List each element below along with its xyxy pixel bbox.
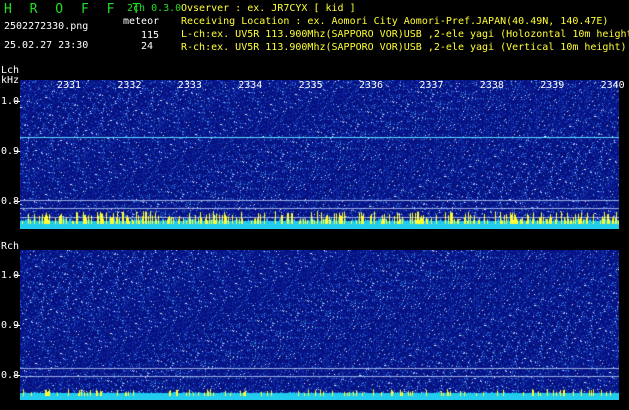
rch-spectrogram — [20, 250, 619, 400]
mode-label: meteor — [123, 16, 160, 27]
station-info: Ovserver : ex. JR7CYX [ kid ] Receiving … — [181, 4, 629, 56]
channel-version: 2ch 0.3.0 — [127, 3, 182, 14]
minute-label-2334: 2334 — [238, 80, 263, 91]
lch-unit: kHz — [1, 75, 20, 86]
minute-label-2340: 2340 — [600, 80, 625, 91]
minute-label-2336: 2336 — [359, 80, 384, 91]
count-rch: 24 — [141, 41, 154, 52]
minute-label-2332: 2332 — [117, 80, 142, 91]
count-lch: 115 — [141, 30, 160, 41]
minute-label-2333: 2333 — [177, 80, 202, 91]
minute-label-2338: 2338 — [479, 80, 504, 91]
rch-label: Rch — [1, 241, 20, 252]
file-name: 2502272330.png — [4, 21, 89, 32]
rch-line: R-ch:ex. UV5R 113.900Mhz(SAPPORO VOR)USB… — [181, 42, 627, 53]
minute-label-2339: 2339 — [540, 80, 565, 91]
app-logo: H R O F F T — [4, 2, 146, 17]
minute-label-2331: 2331 — [57, 80, 82, 91]
minute-label-2337: 2337 — [419, 80, 444, 91]
lch-spectrogram — [20, 80, 619, 229]
minute-label-2335: 2335 — [298, 80, 323, 91]
datetime: 25.02.27 23:30 — [4, 40, 89, 51]
